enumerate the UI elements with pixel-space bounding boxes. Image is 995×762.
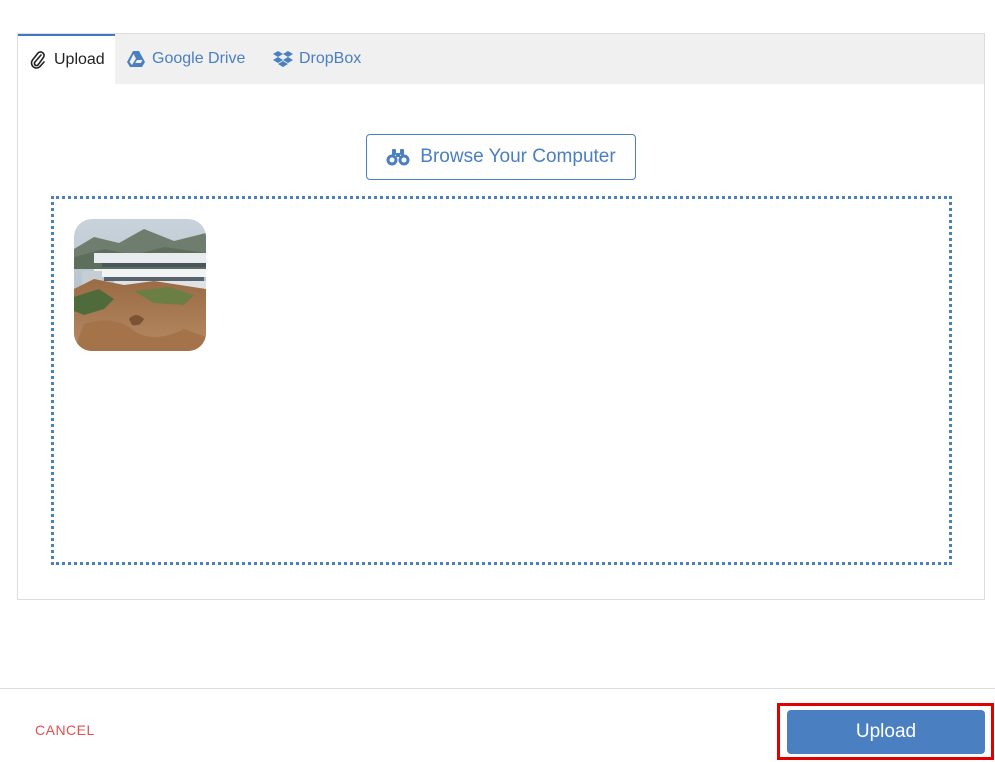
browse-computer-button[interactable]: Browse Your Computer (366, 134, 636, 180)
binoculars-icon (386, 148, 410, 166)
google-drive-icon (126, 49, 146, 69)
footer-divider (0, 688, 995, 689)
dropbox-icon (273, 49, 293, 69)
tab-upload[interactable]: Upload (18, 34, 115, 84)
tab-dropbox-label: DropBox (299, 50, 362, 67)
browse-computer-label: Browse Your Computer (420, 146, 616, 167)
upload-button[interactable]: Upload (787, 710, 985, 754)
tab-google-drive[interactable]: Google Drive (126, 34, 245, 84)
tab-dropbox[interactable]: DropBox (273, 34, 361, 84)
tab-google-drive-label: Google Drive (152, 50, 246, 67)
upload-panel: Upload Google Drive DropBox Browse Your … (17, 33, 985, 600)
thumbnail-photo (74, 219, 206, 351)
tab-upload-label: Upload (54, 51, 105, 68)
source-tabs: Upload Google Drive DropBox (18, 34, 984, 84)
paperclip-icon (28, 50, 48, 70)
cancel-button[interactable]: CANCEL (35, 722, 95, 738)
drop-zone[interactable] (51, 196, 952, 565)
uploaded-image-thumbnail[interactable] (74, 219, 206, 351)
